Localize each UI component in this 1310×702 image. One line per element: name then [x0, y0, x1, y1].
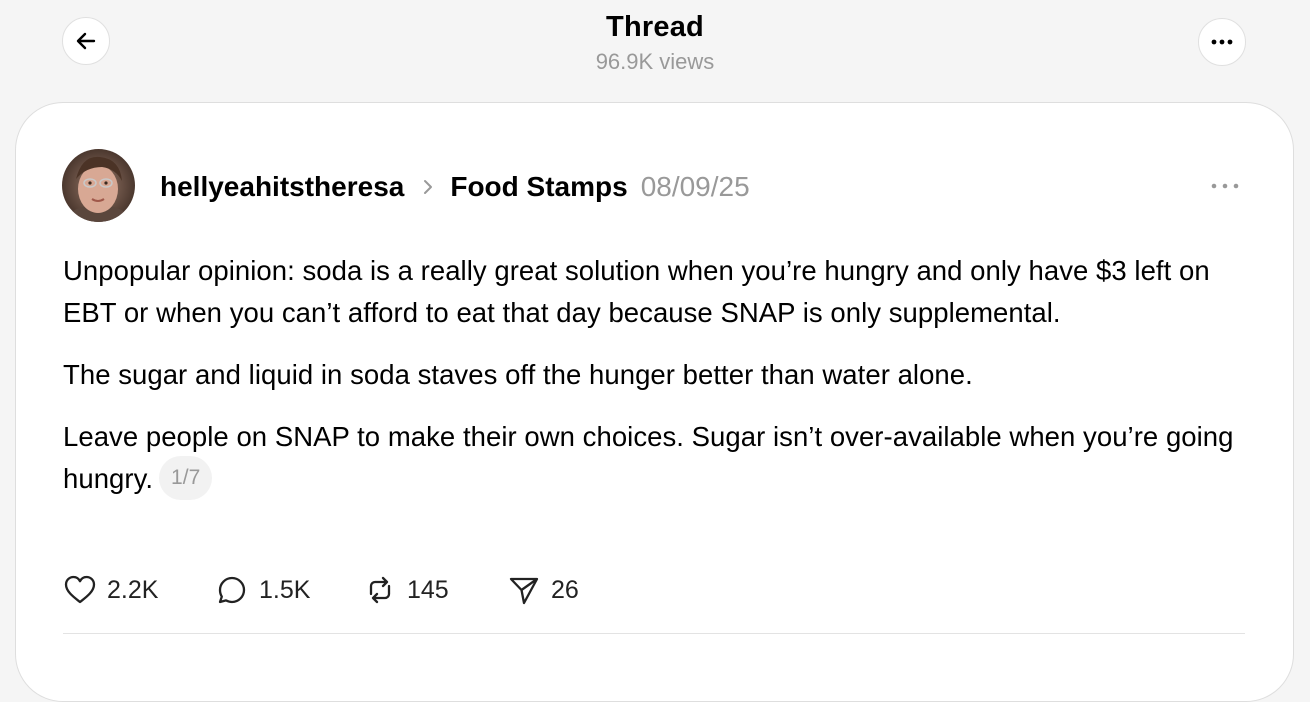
repost-button[interactable]: 145 — [363, 574, 507, 606]
chevron-right-icon — [422, 178, 434, 196]
reply-count: 1.5K — [259, 575, 311, 604]
comment-icon — [218, 576, 246, 604]
share-count: 26 — [551, 575, 579, 604]
community-link[interactable]: Food Stamps — [450, 171, 627, 203]
avatar[interactable] — [62, 149, 135, 222]
post-paragraph-text: Leave people on SNAP to make their own c… — [63, 421, 1234, 494]
post-date: 08/09/25 — [640, 171, 750, 202]
post-more-button[interactable] — [1206, 174, 1244, 198]
page-title: Thread — [606, 11, 704, 43]
more-horizontal-icon — [1211, 183, 1239, 189]
send-icon — [509, 577, 539, 605]
heart-icon — [64, 575, 96, 604]
post-body: Unpopular opinion: soda is a really grea… — [63, 250, 1243, 523]
post-actions: 2.2K 1.5K 145 26 — [63, 570, 579, 610]
thread-more-button[interactable] — [1198, 18, 1246, 66]
repost-count: 145 — [407, 575, 449, 604]
username-link[interactable]: hellyeahitstheresa — [160, 171, 404, 203]
share-button[interactable]: 26 — [507, 574, 579, 606]
post-paragraph-last: Leave people on SNAP to make their own c… — [63, 416, 1243, 503]
thread-pager-badge[interactable]: 1/7 — [159, 455, 213, 500]
reply-button[interactable]: 1.5K — [215, 574, 363, 606]
post-meta: hellyeahitstheresa Food Stamps 08/09/25 — [160, 169, 750, 205]
post-paragraph: The sugar and liquid in soda staves off … — [63, 359, 973, 390]
divider — [63, 633, 1245, 634]
post-paragraph: Unpopular opinion: soda is a really grea… — [63, 255, 1210, 328]
like-count: 2.2K — [107, 575, 159, 604]
like-button[interactable]: 2.2K — [63, 574, 215, 606]
view-count: 96.9K views — [595, 49, 715, 74]
repost-icon — [369, 576, 391, 604]
more-horizontal-icon — [1211, 39, 1233, 45]
thread-header: Thread 96.9K views — [0, 0, 1310, 100]
